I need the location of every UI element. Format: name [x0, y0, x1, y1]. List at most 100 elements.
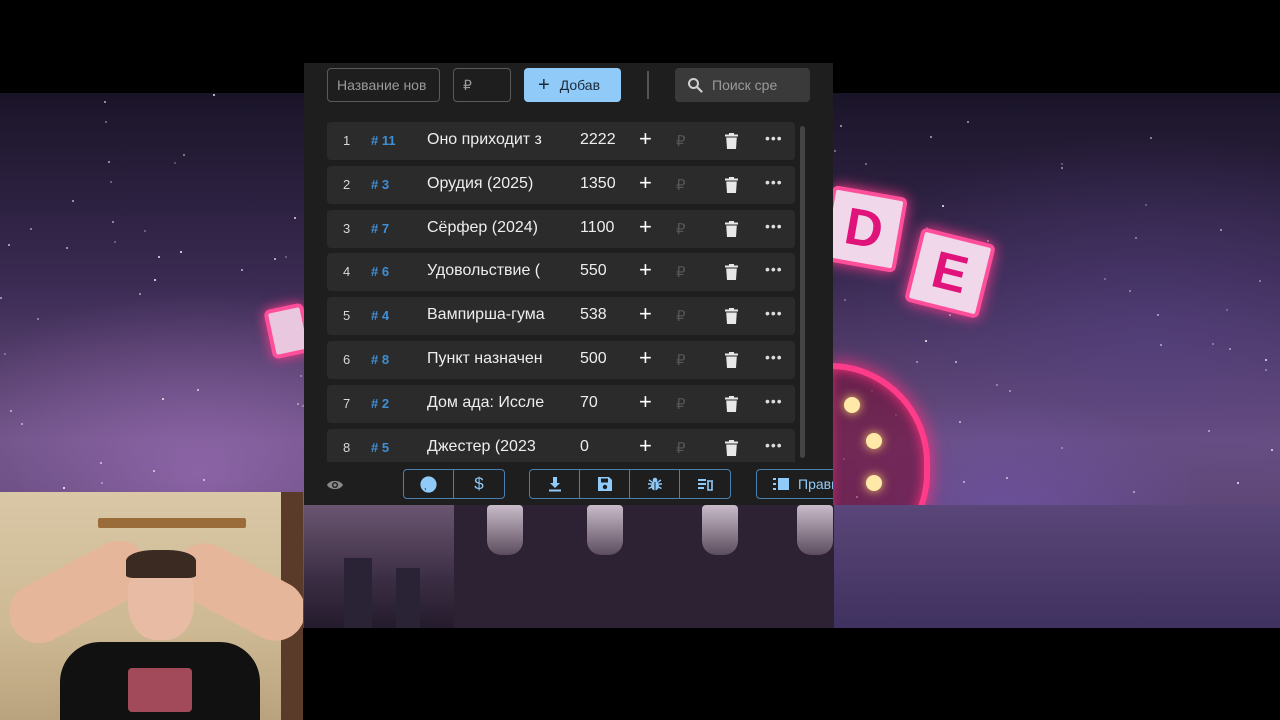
trash-icon[interactable] — [725, 176, 738, 193]
lot-amount: 538 — [580, 306, 607, 324]
lot-title[interactable]: Вампирша-гума — [427, 306, 551, 324]
plus-icon: + — [538, 74, 550, 96]
more-icon[interactable]: ••• — [765, 218, 783, 234]
star — [1237, 482, 1239, 484]
trash-icon[interactable] — [725, 220, 738, 237]
lot-id-tag[interactable]: # 7 — [371, 221, 389, 236]
add-amount-button[interactable]: + — [639, 126, 652, 152]
lot-title[interactable]: Джестер (2023 — [427, 438, 551, 456]
links-button-group: $ — [403, 469, 505, 499]
add-amount-button[interactable]: + — [639, 389, 652, 415]
star — [955, 361, 957, 363]
lot-amount: 1100 — [580, 218, 615, 236]
sign-bulb — [866, 475, 882, 491]
lot-row: 2 # 3 Орудия (2025) 1350 + ₽ ••• — [327, 165, 795, 204]
trash-icon[interactable] — [725, 133, 738, 149]
lot-name-input[interactable]: Название нов — [327, 68, 440, 102]
lot-amount-input[interactable]: ₽ — [453, 68, 511, 102]
trash-icon[interactable] — [725, 439, 738, 456]
star — [104, 101, 106, 103]
star — [1006, 477, 1008, 479]
lot-list: 1 # 11 Оно приходит з 2222 + ₽ ••• 2 # 3… — [327, 122, 796, 462]
star — [1133, 491, 1135, 493]
spotlight — [702, 505, 738, 555]
trash-icon[interactable] — [725, 308, 738, 325]
spotlight — [587, 505, 623, 555]
lot-index: 8 — [343, 439, 351, 455]
more-icon[interactable]: ••• — [765, 393, 783, 409]
building — [396, 568, 420, 628]
star — [154, 279, 156, 281]
lot-id-tag[interactable]: # 2 — [371, 396, 389, 411]
lot-id-tag[interactable]: # 6 — [371, 264, 389, 279]
star — [66, 247, 68, 249]
trash-icon[interactable] — [725, 264, 738, 281]
star — [213, 94, 215, 96]
download-button[interactable] — [530, 470, 580, 498]
star — [1265, 369, 1267, 371]
lot-index: 7 — [343, 395, 351, 411]
star — [1135, 237, 1137, 239]
star — [996, 384, 998, 386]
star — [967, 121, 969, 123]
lot-id-tag[interactable]: # 4 — [371, 308, 389, 323]
star — [110, 181, 112, 183]
trash-icon[interactable] — [725, 395, 738, 412]
star — [1220, 229, 1222, 231]
more-icon[interactable]: ••• — [765, 174, 783, 190]
star — [959, 421, 961, 423]
lot-id-tag[interactable]: # 5 — [371, 440, 389, 455]
star — [183, 154, 185, 156]
lot-title[interactable]: Орудия (2025) — [427, 175, 551, 193]
spotlight — [487, 505, 523, 555]
star — [4, 353, 6, 355]
star — [21, 423, 23, 425]
star — [844, 299, 846, 301]
lot-amount: 0 — [580, 437, 589, 455]
clear-list-button[interactable] — [680, 470, 730, 498]
lot-id-tag[interactable]: # 3 — [371, 177, 389, 192]
lot-title[interactable]: Удовольствие ( — [427, 262, 551, 280]
bottom-toolbar: $ Прав — [304, 467, 833, 505]
add-amount-button[interactable]: + — [639, 170, 652, 196]
star — [865, 163, 867, 165]
save-button[interactable] — [580, 470, 630, 498]
lot-title[interactable]: Сёрфер (2024) — [427, 219, 551, 237]
search-icon — [688, 78, 703, 93]
add-amount-button[interactable]: + — [639, 257, 652, 283]
lot-title[interactable]: Пункт назначен — [427, 350, 551, 368]
lot-name-placeholder: Название нов — [337, 77, 427, 93]
star — [963, 481, 965, 483]
bug-report-button[interactable] — [630, 470, 680, 498]
add-amount-button[interactable]: + — [639, 433, 652, 459]
lot-title[interactable]: Оно приходит з — [427, 131, 551, 149]
more-icon[interactable]: ••• — [765, 305, 783, 321]
lot-id-tag[interactable]: # 8 — [371, 352, 389, 367]
star — [112, 221, 114, 223]
star — [1265, 359, 1267, 361]
donate-button[interactable]: $ — [454, 470, 504, 498]
star — [1271, 449, 1273, 451]
add-lot-label: Добав — [559, 77, 601, 93]
shelf — [98, 518, 246, 528]
add-amount-button[interactable]: + — [639, 301, 652, 327]
more-icon[interactable]: ••• — [765, 130, 783, 146]
star — [942, 205, 944, 207]
trash-icon[interactable] — [725, 352, 738, 368]
search-input[interactable]: Поиск сре — [675, 68, 810, 102]
github-button[interactable] — [404, 470, 454, 498]
more-icon[interactable]: ••• — [765, 261, 783, 277]
add-amount-button[interactable]: + — [639, 345, 652, 371]
more-icon[interactable]: ••• — [765, 437, 783, 453]
eye-icon[interactable] — [326, 478, 344, 492]
lot-index: 4 — [343, 264, 351, 280]
add-lot-button[interactable]: + Добав — [524, 68, 621, 102]
add-amount-button[interactable]: + — [639, 214, 652, 240]
lot-title[interactable]: Дом ада: Иссле — [427, 394, 551, 412]
list-scrollbar[interactable] — [800, 126, 805, 458]
lot-index: 2 — [343, 176, 351, 192]
lot-id-tag[interactable]: # 11 — [371, 133, 396, 148]
shirt-print — [128, 668, 192, 712]
rules-button[interactable]: Прави — [756, 469, 833, 499]
more-icon[interactable]: ••• — [765, 349, 783, 365]
